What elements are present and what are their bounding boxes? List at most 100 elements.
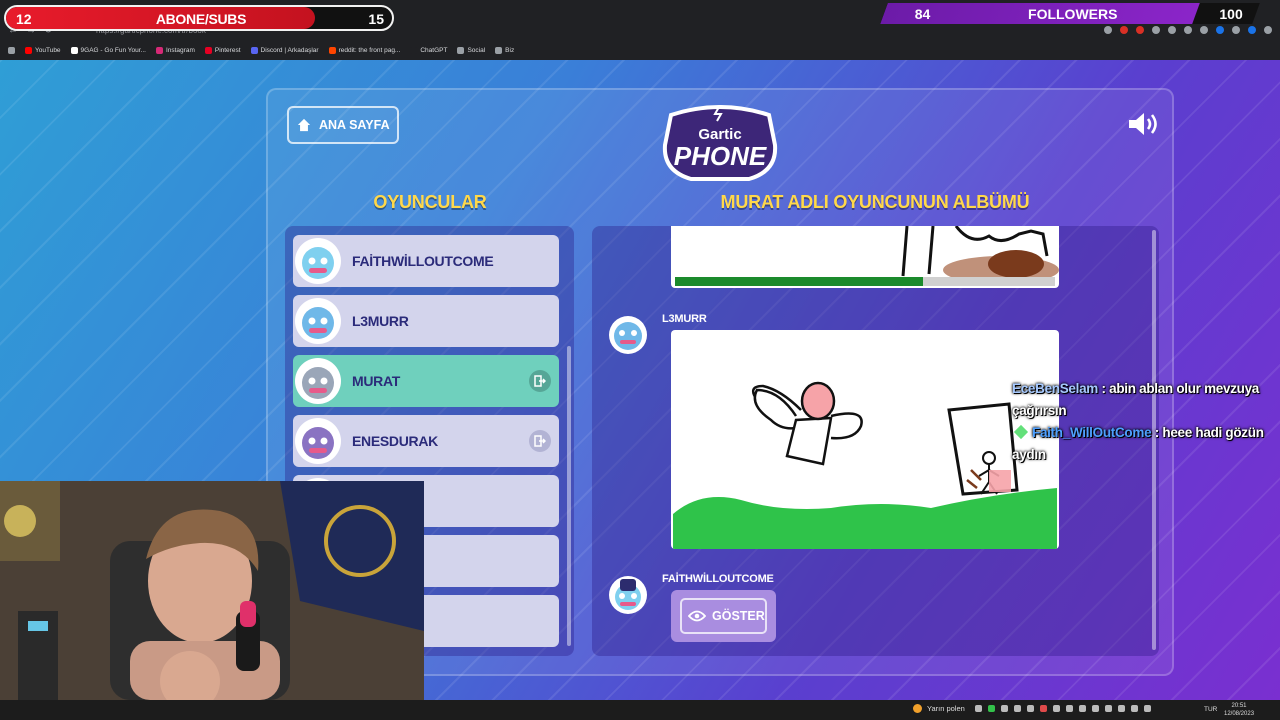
clock-time: 20:51 [1231,703,1247,709]
player-item[interactable]: MURAT [293,355,559,407]
chat-username: EceBenSelam [1012,381,1098,396]
home-button-label: ANA SAYFA [319,118,390,132]
bookmark-label: Biz [505,46,515,54]
sound-toggle-button[interactable] [1127,110,1161,138]
bookmark-item[interactable]: Social [457,46,486,54]
bookmark-icon [204,46,212,54]
chat-overlay: EceBenSelam : abin ablan olur mevzuya ça… [1012,378,1274,466]
player-name: ENESDURAK [352,433,438,449]
album-author-name: L3MURR [662,313,707,325]
star-icon[interactable] [1104,26,1112,34]
chat-message: EceBenSelam : abin ablan olur mevzuya ça… [1012,381,1260,418]
extensions [1104,26,1272,34]
home-icon [297,118,311,132]
subs-goal: 15 [368,11,384,27]
extension-icon[interactable] [1184,26,1192,34]
weather-icon [913,704,922,713]
battery-icon[interactable] [1144,705,1151,712]
volume-icon[interactable] [1131,705,1138,712]
players-scrollbar[interactable] [567,346,571,646]
tray-icon[interactable] [988,705,995,712]
bookmark-item[interactable]: Biz [495,46,515,54]
bookmark-item[interactable]: 9GAG - Go Fun Your... [70,46,146,54]
bookmark-label: Social [467,46,486,54]
eye-icon [688,610,706,622]
bookmark-icon [328,46,336,54]
player-avatar [294,417,342,465]
tray-icon[interactable] [975,705,982,712]
tray-icon[interactable] [1092,705,1099,712]
gartic-phone-logo: Gartic PHONE [657,105,783,183]
subs-label: ABONE/SUBS [155,11,247,27]
apps-icon[interactable] [8,46,15,54]
player-item[interactable]: L3MURR [293,295,559,347]
bookmark-label: 9GAG - Go Fun Your... [80,46,146,54]
show-button-label: GÖSTER [712,609,765,623]
chat-badge-icon [1013,424,1029,440]
bookmark-item[interactable]: YouTube [25,46,61,54]
weather-widget[interactable]: Yarın polen [913,704,965,713]
followers-goal-bar: 84 FOLLOWERS 100 [880,3,1260,24]
bookmark-icon [70,46,78,54]
extension-icon[interactable] [1120,26,1128,34]
bookmark-icon [250,46,258,54]
speaker-icon [1129,113,1157,135]
followers-label: FOLLOWERS [1028,6,1118,22]
extension-icon[interactable] [1200,26,1208,34]
tray-icon[interactable] [1066,705,1073,712]
tray-icon[interactable] [1053,705,1060,712]
logo-text-bottom: PHONE [674,141,767,171]
menu-icon[interactable] [1264,26,1272,34]
tray-icon[interactable] [1040,705,1047,712]
clock[interactable]: 20:51 12/08/2023 [1224,702,1254,718]
bookmark-item[interactable]: Discord | Arkadaşlar [250,46,319,54]
extension-icon[interactable] [1152,26,1160,34]
home-button[interactable]: ANA SAYFA [287,106,399,144]
player-avatar [294,357,342,405]
tray-icon[interactable] [1027,705,1034,712]
tray-icon[interactable] [1105,705,1112,712]
tray-icons [975,705,1151,712]
album-drawing-previous [671,226,1059,288]
bookmark-label: reddit: the front pag... [338,46,401,54]
bookmark-label: YouTube [35,46,61,54]
player-name: MURAT [352,373,401,389]
bookmark-item[interactable]: ChatGPT [410,46,447,54]
tray-icon[interactable] [1079,705,1086,712]
bookmark-item[interactable]: Instagram [155,46,195,54]
tray-icon[interactable] [1001,705,1008,712]
subs-current: 12 [16,11,32,27]
extension-icon[interactable] [1168,26,1176,34]
extension-icon[interactable] [1136,26,1144,34]
kick-player-icon[interactable] [529,370,551,392]
wifi-icon[interactable] [1118,705,1125,712]
bookmark-item[interactable]: Pinterest [204,46,241,54]
extension-icon[interactable] [1216,26,1224,34]
kick-player-icon[interactable] [529,430,551,452]
player-avatar [294,297,342,345]
player-item[interactable]: FAİTHWİLLOUTCOME [293,235,559,287]
bookmark-item[interactable]: reddit: the front pag... [328,46,401,54]
tray-icon[interactable] [1014,705,1021,712]
album-author-name: FAİTHWİLLOUTCOME [662,573,774,585]
download-icon[interactable] [1232,26,1240,34]
bookmark-icon [410,46,418,54]
album-author-avatar [608,575,648,615]
album-author-avatar [608,315,648,355]
chat-username: Faith_WillOutCome [1032,425,1152,440]
bookmark-label: Pinterest [214,46,241,54]
bookmarks-bar: YouTube 9GAG - Go Fun Your... Instagram Pin… [0,42,1280,58]
album-title: MURAT ADLI OYUNCUNUN ALBÜMÜ [720,192,1030,212]
bookmark-icon [457,46,465,54]
chat-message: Faith_WillOutCome : heee hadi gözün aydı… [1012,424,1264,462]
profile-icon[interactable] [1248,26,1256,34]
player-name: FAİTHWİLLOUTCOME [352,253,494,269]
bookmark-label: Instagram [165,46,195,54]
player-item[interactable]: ENESDURAK [293,415,559,467]
player-name: L3MURR [352,313,409,329]
taskbar: Yarın polen TUR 20:51 12/08/2023 [0,700,1280,720]
clock-date: 12/08/2023 [1224,711,1255,717]
followers-goal: 100 [1219,6,1243,22]
show-button[interactable]: GÖSTER [680,598,767,634]
language-indicator[interactable]: TUR [1204,706,1217,713]
